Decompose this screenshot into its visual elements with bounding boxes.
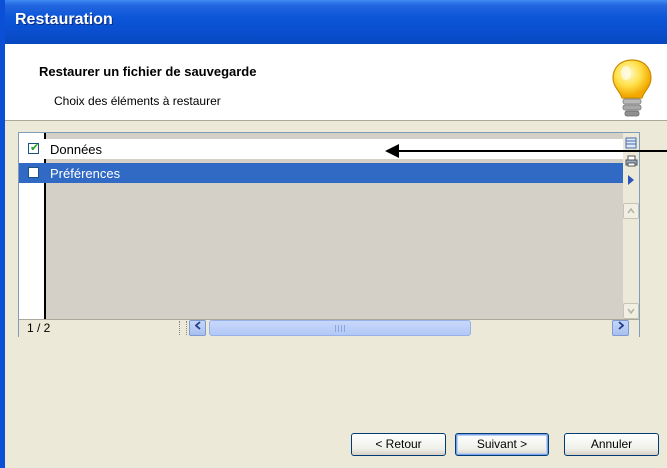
thumb-grip (335, 325, 345, 332)
expand-arrow-icon[interactable] (624, 175, 638, 189)
horizontal-scrollbar[interactable] (189, 320, 629, 337)
list-item[interactable]: ✔ Données (19, 139, 639, 159)
scroll-thumb[interactable] (209, 320, 471, 336)
scroll-right-button[interactable] (612, 320, 629, 336)
list-status-bar: 1 / 2 (19, 319, 639, 337)
checkbox-unchecked[interactable] (28, 167, 39, 178)
checkbox-column (19, 133, 46, 320)
next-button[interactable]: Suivant > (455, 433, 549, 456)
scroll-down-button[interactable] (623, 303, 639, 319)
title-bar[interactable]: Restauration (5, 0, 667, 44)
lightbulb-icon (612, 59, 652, 117)
scroll-left-button[interactable] (189, 320, 206, 336)
header-subtitle: Choix des éléments à restaurer (54, 94, 221, 108)
list-side-toolbar (623, 133, 639, 319)
checkbox-checked[interactable]: ✔ (28, 141, 40, 154)
scroll-up-button[interactable] (623, 203, 639, 219)
list-item-label: Préférences (50, 166, 121, 181)
check-icon: ✔ (30, 141, 40, 154)
annotation-arrow-line (389, 150, 667, 152)
table-view-icon[interactable] (624, 137, 638, 151)
resize-grip[interactable] (179, 321, 187, 335)
record-counter: 1 / 2 (27, 321, 51, 335)
list-item-selected[interactable]: Préférences (19, 163, 639, 183)
wizard-window: Restauration Restaurer un fichier de sau… (0, 0, 667, 468)
annotation-arrow-head (385, 144, 399, 158)
print-icon[interactable] (624, 155, 638, 169)
cancel-button[interactable]: Annuler (564, 433, 659, 456)
restore-items-list[interactable]: ✔ Données Préférences 1 / 2 (18, 132, 640, 337)
wizard-header: Restaurer un fichier de sauvegarde Choix… (5, 44, 667, 121)
header-title: Restaurer un fichier de sauvegarde (39, 64, 257, 79)
back-button[interactable]: < Retour (351, 433, 446, 456)
list-item-label: Données (50, 142, 103, 157)
window-title: Restauration (15, 11, 113, 28)
